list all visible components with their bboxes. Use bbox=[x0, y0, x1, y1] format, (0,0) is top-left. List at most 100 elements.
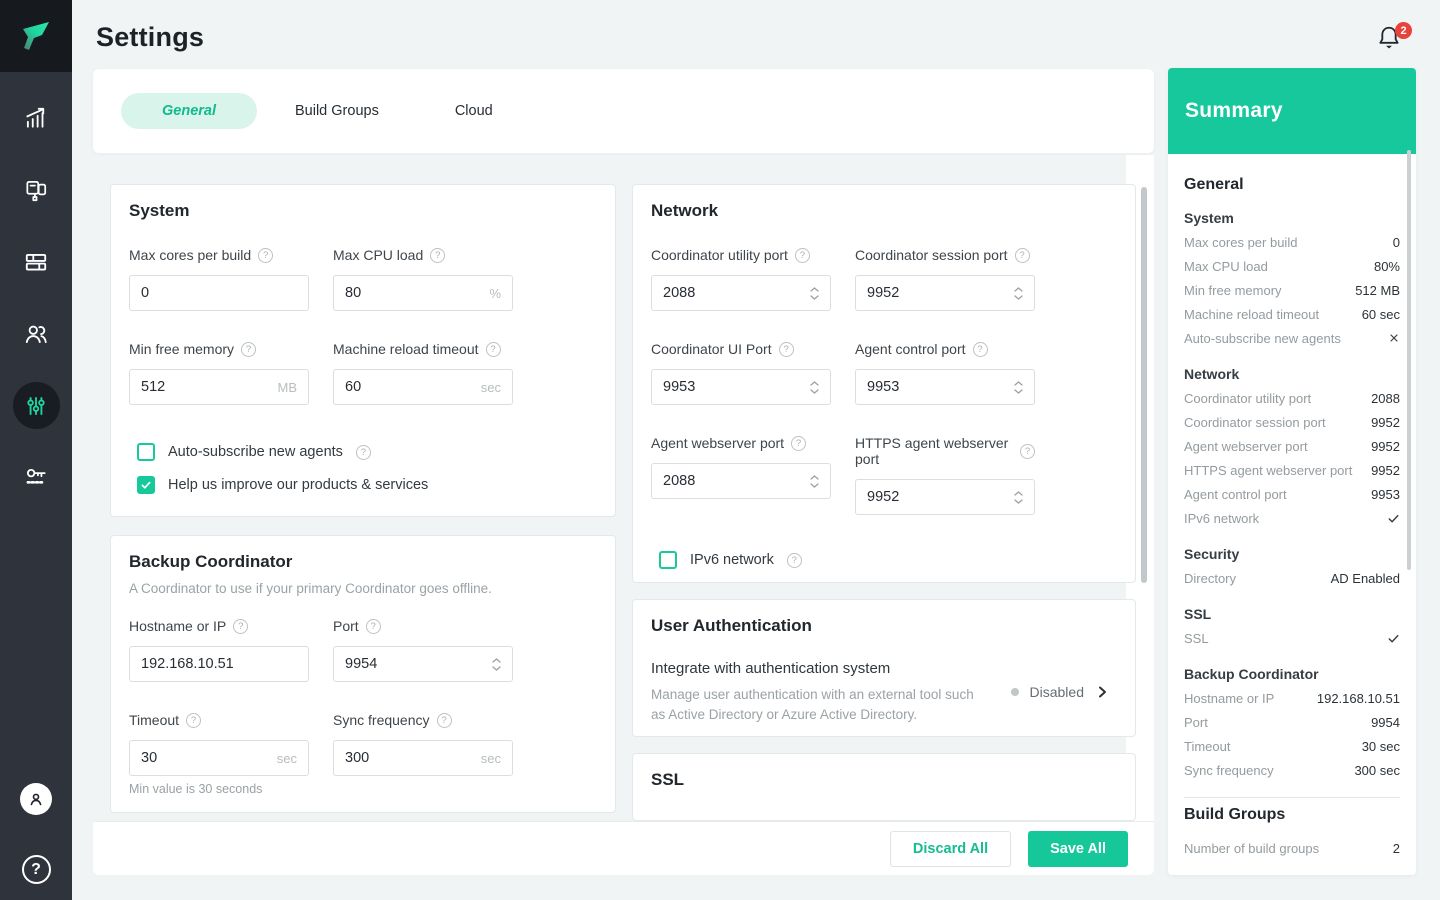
network-card: Network Coordinator utility portCoordina… bbox=[632, 184, 1136, 583]
network-port-input[interactable] bbox=[663, 473, 810, 489]
save-all-button[interactable]: Save All bbox=[1028, 831, 1128, 867]
help-icon[interactable] bbox=[787, 553, 802, 568]
summary-row-label: Sync frequency bbox=[1184, 763, 1274, 778]
backup-port-input[interactable] bbox=[345, 656, 492, 672]
network-port-input[interactable] bbox=[663, 285, 810, 301]
summary-row: SSL bbox=[1184, 626, 1400, 650]
summary-group-rows: Max cores per build0Max CPU load80%Min f… bbox=[1184, 230, 1400, 350]
min-memory-input[interactable] bbox=[141, 379, 278, 395]
checkbox-label: IPv6 network bbox=[690, 552, 774, 568]
user-avatar-icon[interactable] bbox=[20, 783, 52, 815]
help-icon[interactable] bbox=[791, 436, 806, 451]
network-port-input[interactable] bbox=[867, 285, 1014, 301]
field-label: Sync frequency bbox=[333, 712, 430, 728]
main-scrollbar-thumb[interactable] bbox=[1141, 187, 1147, 583]
summary-row-value: 2 bbox=[1393, 841, 1400, 856]
summary-row-label: Coordinator session port bbox=[1184, 415, 1326, 430]
field-reload-timeout: Machine reload timeout sec bbox=[333, 341, 513, 405]
sidebar-item-monitor[interactable] bbox=[13, 94, 60, 141]
cross-icon bbox=[1388, 332, 1400, 344]
unit-suffix: sec bbox=[277, 751, 297, 766]
hostname-input[interactable] bbox=[141, 656, 297, 672]
summary-row-value: 60 sec bbox=[1362, 307, 1400, 322]
network-port-input[interactable] bbox=[867, 379, 1014, 395]
reload-timeout-input[interactable] bbox=[345, 379, 481, 395]
help-icon[interactable] bbox=[973, 342, 988, 357]
network-port-input[interactable] bbox=[663, 379, 810, 395]
auth-status-control[interactable]: Disabled bbox=[1011, 684, 1117, 700]
field-label: Agent webserver port bbox=[651, 435, 784, 451]
help-icon[interactable] bbox=[779, 342, 794, 357]
auto-subscribe-checkbox[interactable] bbox=[137, 443, 155, 461]
sync-frequency-input[interactable] bbox=[345, 750, 481, 766]
system-card: System Max cores per build Max CPU load … bbox=[110, 184, 616, 517]
improve-products-checkbox[interactable] bbox=[137, 476, 155, 494]
summary-row: Port9954 bbox=[1184, 710, 1400, 734]
sidebar-item-license[interactable] bbox=[13, 454, 60, 501]
check-icon bbox=[140, 479, 152, 491]
sidebar-item-build-groups[interactable] bbox=[13, 238, 60, 285]
help-icon[interactable] bbox=[430, 248, 445, 263]
number-stepper[interactable] bbox=[1014, 287, 1023, 300]
summary-row-label: Coordinator utility port bbox=[1184, 391, 1311, 406]
sidebar-item-agents[interactable] bbox=[13, 166, 60, 213]
help-icon[interactable] bbox=[795, 248, 810, 263]
help-icon[interactable] bbox=[437, 713, 452, 728]
ipv6-checkbox[interactable] bbox=[659, 551, 677, 569]
max-cores-input[interactable] bbox=[141, 285, 297, 301]
timeout-input[interactable] bbox=[141, 750, 277, 766]
status-dot-icon bbox=[1011, 688, 1019, 696]
chevron-up-icon bbox=[1014, 491, 1023, 496]
check-icon bbox=[1387, 512, 1400, 525]
summary-section-heading: General bbox=[1184, 176, 1400, 194]
discard-all-button[interactable]: Discard All bbox=[890, 831, 1011, 867]
backup-card-title: Backup Coordinator bbox=[129, 552, 597, 572]
agents-icon bbox=[23, 177, 49, 203]
number-stepper[interactable] bbox=[492, 658, 501, 671]
summary-scrollbar-thumb[interactable] bbox=[1407, 150, 1411, 570]
chevron-down-icon bbox=[810, 483, 819, 488]
help-icon[interactable] bbox=[1015, 248, 1030, 263]
settings-tabs: General Build Groups Cloud bbox=[93, 69, 1154, 153]
field-label: Coordinator UI Port bbox=[651, 341, 772, 357]
help-icon[interactable] bbox=[233, 619, 248, 634]
brand-logo-icon bbox=[16, 16, 56, 56]
summary-row-value: 192.168.10.51 bbox=[1317, 691, 1400, 706]
tab-general[interactable]: General bbox=[121, 93, 257, 129]
help-icon[interactable] bbox=[486, 342, 501, 357]
auth-description: Manage user authentication with an exter… bbox=[651, 685, 991, 724]
summary-row-label: Port bbox=[1184, 715, 1208, 730]
system-card-title: System bbox=[129, 201, 597, 221]
summary-row: IPv6 network bbox=[1184, 506, 1400, 530]
sidebar-item-users[interactable] bbox=[13, 310, 60, 357]
help-icon[interactable] bbox=[356, 445, 371, 460]
tab-cloud[interactable]: Cloud bbox=[417, 93, 531, 129]
sidebar-item-settings[interactable] bbox=[13, 382, 60, 429]
number-stepper[interactable] bbox=[810, 381, 819, 394]
summary-row-label: Max cores per build bbox=[1184, 235, 1297, 250]
network-port-input[interactable] bbox=[867, 489, 1014, 505]
help-icon[interactable] bbox=[22, 855, 51, 884]
number-stepper[interactable] bbox=[810, 287, 819, 300]
number-stepper[interactable] bbox=[810, 475, 819, 488]
summary-row: Machine reload timeout60 sec bbox=[1184, 302, 1400, 326]
summary-row-label: Directory bbox=[1184, 571, 1236, 586]
network-field: Coordinator utility port bbox=[651, 247, 831, 311]
sidebar-bottom bbox=[0, 783, 72, 884]
ipv6-row: IPv6 network bbox=[659, 551, 1117, 569]
help-icon[interactable] bbox=[241, 342, 256, 357]
max-cpu-input[interactable] bbox=[345, 285, 489, 301]
help-icon[interactable] bbox=[258, 248, 273, 263]
tab-build-groups[interactable]: Build Groups bbox=[257, 93, 417, 129]
number-stepper[interactable] bbox=[1014, 381, 1023, 394]
help-icon[interactable] bbox=[366, 619, 381, 634]
summary-row: DirectoryAD Enabled bbox=[1184, 566, 1400, 590]
summary-group-rows: Coordinator utility port2088Coordinator … bbox=[1184, 386, 1400, 530]
summary-group-rows: Number of build groups2 bbox=[1184, 836, 1400, 860]
help-icon[interactable] bbox=[186, 713, 201, 728]
help-icon[interactable] bbox=[1020, 444, 1035, 459]
logo[interactable] bbox=[0, 0, 72, 72]
notifications-button[interactable]: 2 bbox=[1376, 24, 1410, 60]
field-label: Timeout bbox=[129, 712, 179, 728]
number-stepper[interactable] bbox=[1014, 491, 1023, 504]
